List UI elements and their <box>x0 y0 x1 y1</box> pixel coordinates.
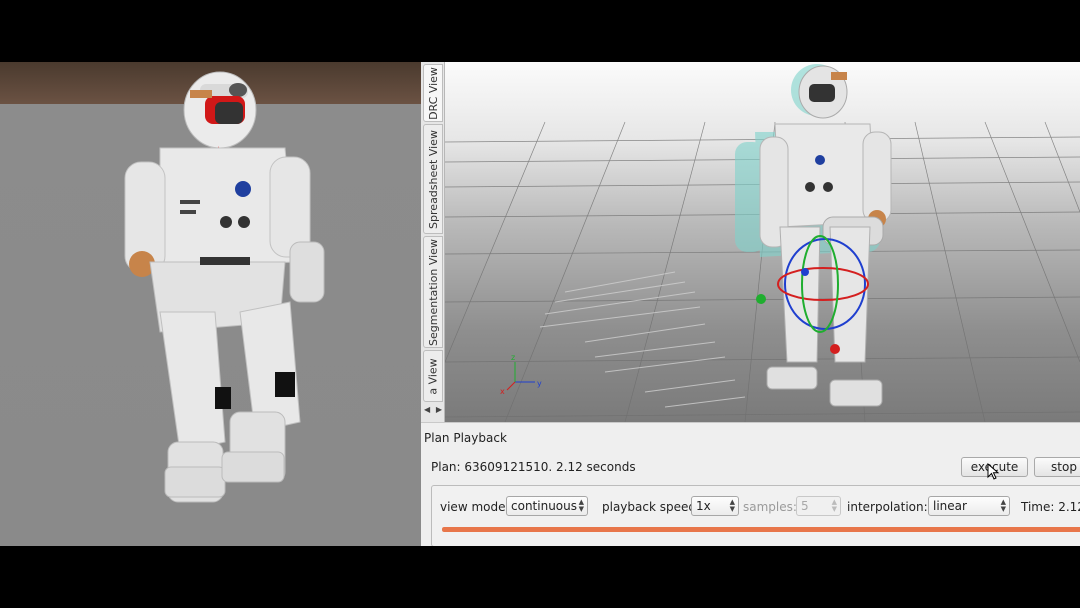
robot-render <box>124 71 325 503</box>
samples-spinbox[interactable]: 5 ▲ ▼ <box>796 496 841 516</box>
stop-button[interactable]: stop <box>1034 457 1080 477</box>
spin-arrows-icon: ▲ ▼ <box>831 498 837 513</box>
tab-scroll-right-icon[interactable]: ▶ <box>436 405 442 419</box>
interpolation-select[interactable]: linear ▲ ▼ <box>928 496 1010 516</box>
view-mode-select[interactable]: continuous ▲ ▼ <box>506 496 588 516</box>
axis-y-label: y <box>537 379 542 388</box>
axis-z-label: z <box>511 353 515 362</box>
playback-controls-group: view mode: continuous ▲ ▼ playback speed:… <box>431 485 1080 546</box>
spin-arrows-icon: ▲ ▼ <box>578 498 584 513</box>
tab-drc-view[interactable]: DRC View <box>423 64 443 122</box>
simulation-viewport[interactable] <box>0 62 421 546</box>
tab-scroll-arrows[interactable]: ◀ ▶ <box>424 405 442 419</box>
video-letterbox-bottom <box>0 546 1080 608</box>
mouse-pointer-icon <box>987 463 1000 480</box>
video-letterbox-top <box>0 0 1080 62</box>
grid-scene: y z x <box>445 64 1080 422</box>
panel-title: Plan Playback <box>424 431 507 445</box>
red-handle-marker[interactable] <box>830 344 840 354</box>
axis-x-label: x <box>500 387 505 396</box>
axes-gizmo: y z x <box>500 353 542 396</box>
robot-model <box>759 65 892 407</box>
drc-app-window: DRC View Spreadsheet View Segmentation V… <box>421 62 1080 546</box>
blue-handle-marker[interactable] <box>801 268 809 276</box>
tab-scroll-left-icon[interactable]: ◀ <box>424 405 430 419</box>
tab-segmentation-view[interactable]: Segmentation View <box>423 236 443 348</box>
interpolation-label: interpolation: <box>847 500 928 514</box>
plan-info-text: Plan: 63609121510. 2.12 seconds <box>431 460 636 474</box>
spin-arrows-icon: ▲ ▼ <box>729 498 735 513</box>
point-cloud <box>539 271 746 408</box>
playback-progress-bar[interactable] <box>442 527 1080 532</box>
time-readout: Time: 2.12 s <box>1021 500 1080 514</box>
samples-label: samples: <box>743 500 797 514</box>
playback-speed-label: playback speed: <box>602 500 701 514</box>
playback-speed-select[interactable]: 1x ▲ ▼ <box>691 496 739 516</box>
spin-arrows-icon: ▲ ▼ <box>1000 498 1006 513</box>
green-handle-marker[interactable] <box>756 294 766 304</box>
tab-partial-view[interactable]: a View <box>423 350 443 402</box>
plan-playback-panel: Plan Playback Plan: 63609121510. 2.12 se… <box>421 422 1080 546</box>
view-mode-label: view mode: <box>440 500 510 514</box>
vertical-tab-bar: DRC View Spreadsheet View Segmentation V… <box>421 62 445 422</box>
tab-spreadsheet-view[interactable]: Spreadsheet View <box>423 124 443 234</box>
progress-fill <box>442 527 1080 532</box>
3d-viewport[interactable]: y z x <box>445 62 1080 422</box>
